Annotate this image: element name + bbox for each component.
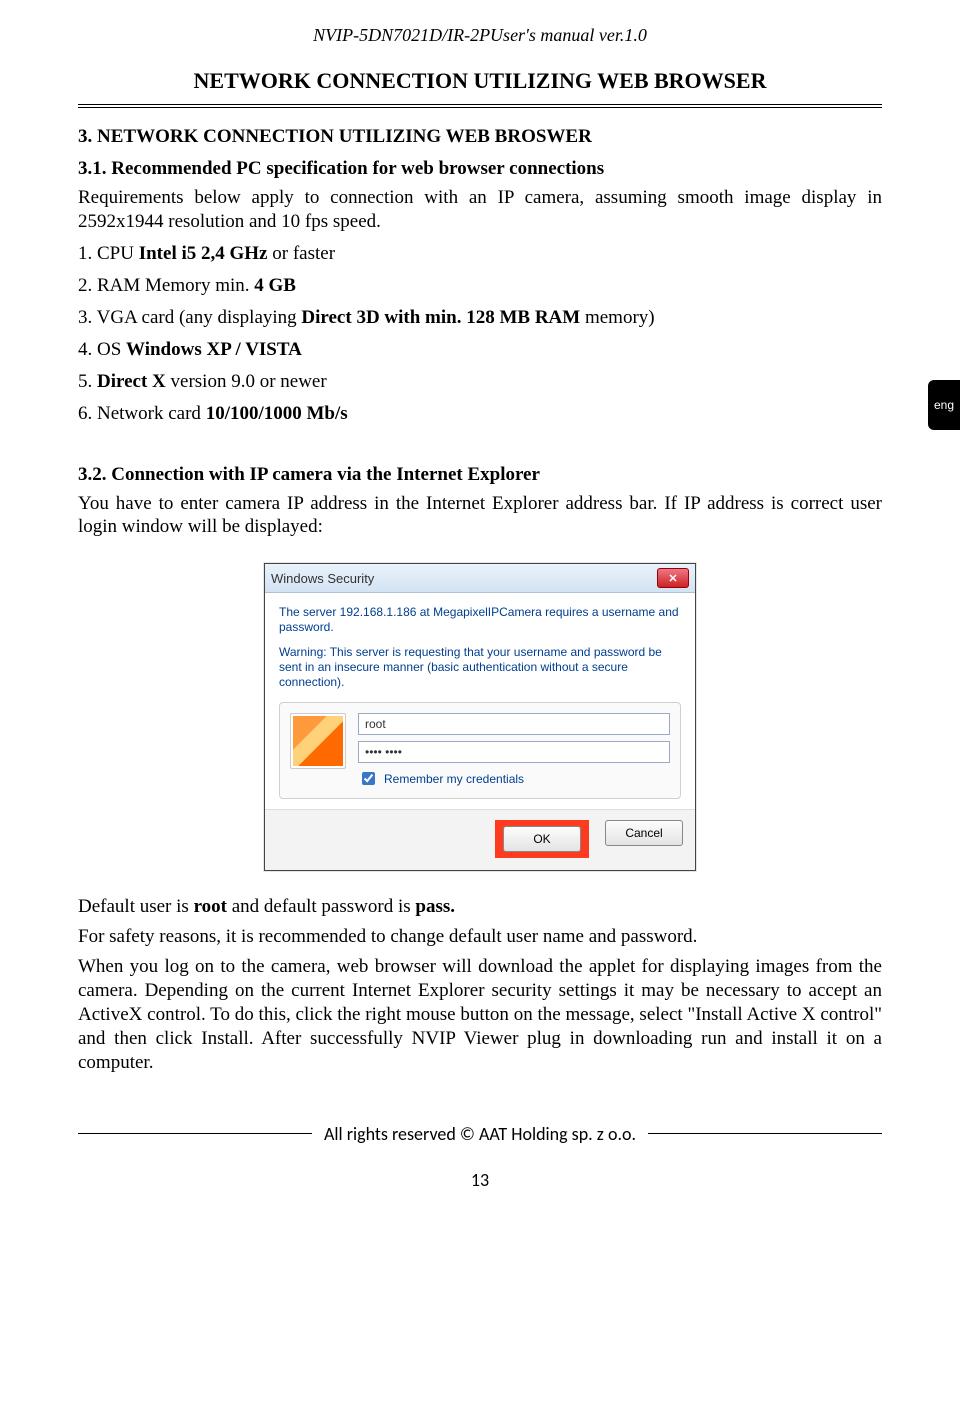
section-3-2-intro: You have to enter camera IP address in t…	[78, 492, 882, 540]
password-field[interactable]	[358, 741, 670, 763]
t-pass: pass.	[415, 896, 455, 917]
spec-pre: CPU	[97, 243, 139, 264]
page-number: 13	[78, 1169, 882, 1191]
ok-button[interactable]: OK	[503, 826, 581, 852]
spec-item-5: 5. Direct X version 9.0 or newer	[78, 370, 882, 394]
ok-highlight-box: OK	[495, 820, 589, 858]
spec-num: 5.	[78, 371, 97, 392]
section-3-1-intro: Requirements below apply to connection w…	[78, 186, 882, 234]
spec-item-6: 6. Network card 10/100/1000 Mb/s	[78, 402, 882, 426]
spec-post: memory)	[580, 307, 654, 328]
spec-pre: OS	[97, 339, 126, 360]
dialog-message-2: Warning: This server is requesting that …	[279, 645, 681, 690]
spec-num: 1.	[78, 243, 97, 264]
remember-checkbox[interactable]	[362, 772, 375, 785]
section-3-2-title: 3.2. Connection with IP camera via the I…	[78, 464, 882, 486]
footer-rule-left	[78, 1133, 312, 1134]
credentials-box: Remember my credentials	[279, 702, 681, 799]
section-3-1-title: 3.1. Recommended PC specification for we…	[78, 158, 882, 180]
dialog-titlebar: Windows Security ✕	[265, 564, 695, 593]
close-icon: ✕	[668, 572, 677, 585]
spec-bold: Intel i5 2,4 GHz	[139, 243, 268, 264]
spec-bold: 4 GB	[254, 275, 296, 296]
doc-header: NVIP-5DN7021D/IR-2PUser's manual ver.1.0	[78, 25, 882, 46]
spec-num: 2.	[78, 275, 97, 296]
spec-bold: 10/100/1000 Mb/s	[206, 403, 348, 424]
remember-label: Remember my credentials	[384, 772, 524, 786]
spec-item-3: 3. VGA card (any displaying Direct 3D wi…	[78, 306, 882, 330]
spec-num: 6.	[78, 403, 97, 424]
spec-pre: RAM Memory min.	[97, 275, 254, 296]
spec-item-4: 4. OS Windows XP / VISTA	[78, 338, 882, 362]
spec-pre: Network card	[97, 403, 206, 424]
footer-copyright: All rights reserved © AAT Holding sp. z …	[324, 1123, 636, 1145]
default-credentials-text: Default user is root and default passwor…	[78, 895, 882, 919]
spec-pre: VGA card (any displaying	[97, 307, 302, 328]
dialog-title: Windows Security	[271, 571, 657, 586]
spec-bold: Direct 3D with min. 128 MB RAM	[301, 307, 580, 328]
section-3-title: 3. NETWORK CONNECTION UTILIZING WEB BROS…	[78, 126, 882, 148]
t-root: root	[194, 896, 227, 917]
footer-rule-right	[648, 1133, 882, 1134]
user-avatar-icon	[290, 713, 346, 769]
chapter-title: NETWORK CONNECTION UTILIZING WEB BROWSER	[78, 68, 882, 94]
applet-text: When you log on to the camera, web brows…	[78, 955, 882, 1075]
cancel-button[interactable]: Cancel	[605, 820, 683, 846]
spec-post: or faster	[268, 243, 336, 264]
safety-text: For safety reasons, it is recommended to…	[78, 925, 882, 949]
t-mid: and default password is	[227, 896, 415, 917]
spec-post: version 9.0 or newer	[166, 371, 327, 392]
dialog-body: The server 192.168.1.186 at MegapixelIPC…	[265, 593, 695, 809]
spec-bold: Direct X	[97, 371, 166, 392]
dialog-footer: OK Cancel	[265, 809, 695, 870]
username-field[interactable]	[358, 713, 670, 735]
windows-security-dialog: Windows Security ✕ The server 192.168.1.…	[264, 563, 696, 871]
close-button[interactable]: ✕	[657, 568, 689, 588]
credential-fields: Remember my credentials	[358, 713, 670, 788]
remember-row: Remember my credentials	[358, 769, 670, 788]
spec-num: 4.	[78, 339, 97, 360]
double-rule	[78, 104, 882, 108]
language-tab: eng	[928, 380, 960, 430]
dialog-message-1: The server 192.168.1.186 at MegapixelIPC…	[279, 605, 681, 635]
spec-bold: Windows XP / VISTA	[126, 339, 302, 360]
dialog-screenshot: Windows Security ✕ The server 192.168.1.…	[78, 563, 882, 871]
footer-row: All rights reserved © AAT Holding sp. z …	[78, 1123, 882, 1145]
t-before: Default user is	[78, 896, 194, 917]
spec-item-2: 2. RAM Memory min. 4 GB	[78, 274, 882, 298]
spec-item-1: 1. CPU Intel i5 2,4 GHz or faster	[78, 242, 882, 266]
spec-num: 3.	[78, 307, 97, 328]
